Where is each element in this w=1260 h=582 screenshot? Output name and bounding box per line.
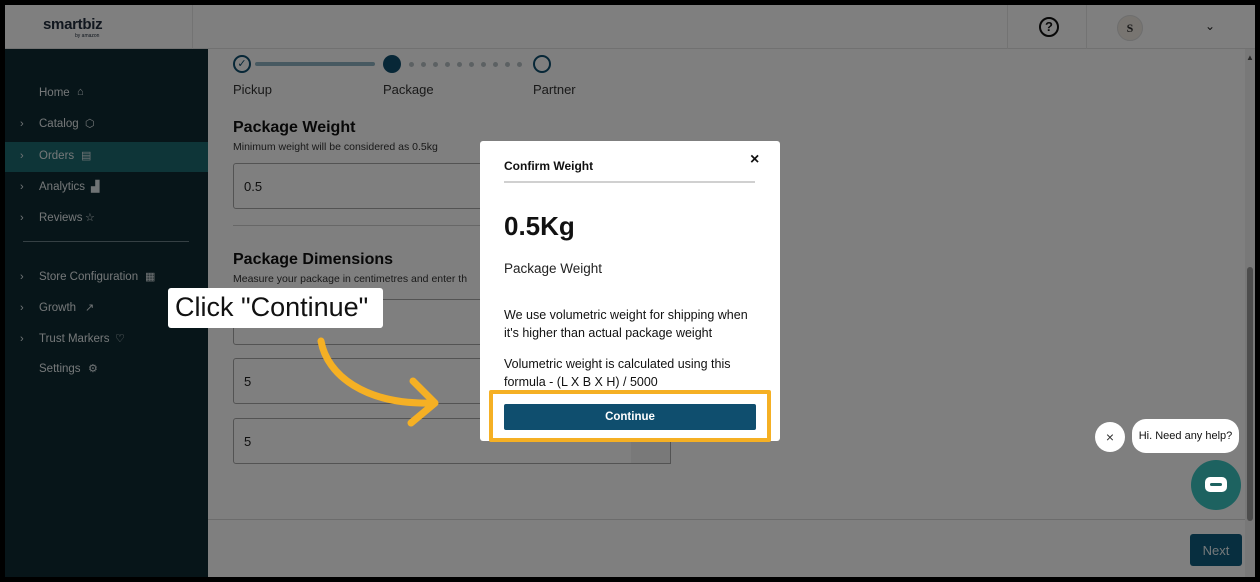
weight-label: Package Weight — [504, 261, 603, 276]
chat-icon — [1205, 477, 1227, 492]
chat-greeting[interactable]: Hi. Need any help? — [1132, 419, 1239, 453]
volumetric-info: We use volumetric weight for shipping wh… — [504, 308, 748, 340]
formula-info: Volumetric weight is calculated using th… — [504, 357, 731, 389]
dialog-title: Confirm Weight — [504, 159, 594, 173]
weight-value: 0.5Kg — [504, 211, 575, 241]
chat-close-icon[interactable]: × — [1095, 422, 1125, 452]
callout-text: Click "Continue" — [175, 292, 369, 322]
dialog-divider — [504, 181, 755, 183]
chat-launcher-button[interactable] — [1191, 460, 1241, 510]
tutorial-callout: Click "Continue" — [168, 288, 383, 328]
app-window: smartbiz by amazon ? S ⌄ Home ⌂ › Catalo… — [5, 5, 1255, 577]
close-icon[interactable]: × — [750, 151, 759, 169]
continue-highlight-box — [489, 390, 771, 442]
pointer-arrow-icon — [317, 337, 439, 427]
